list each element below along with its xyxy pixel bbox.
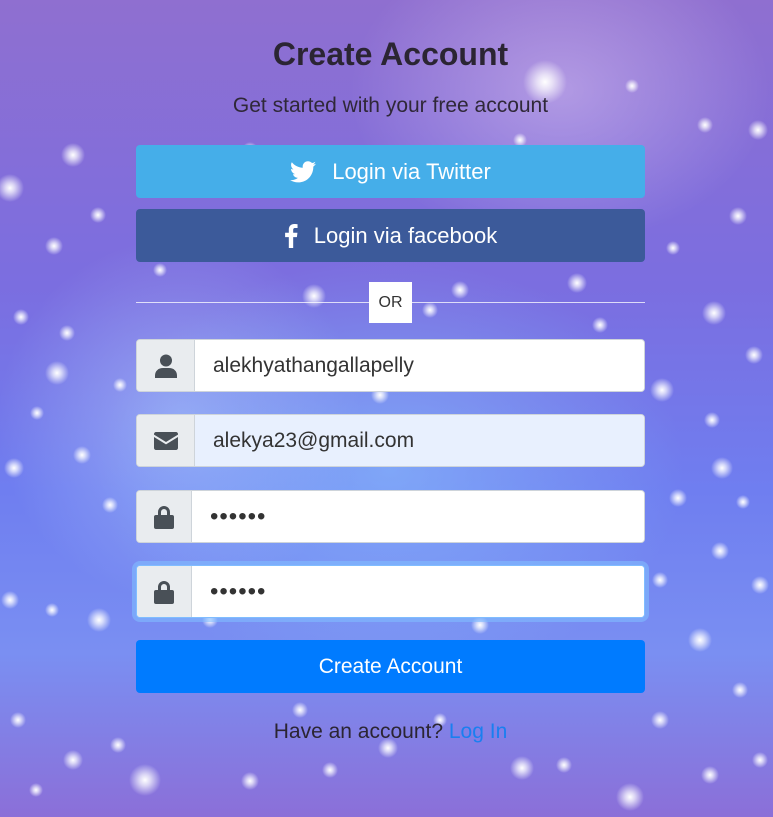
lock-icon bbox=[154, 580, 174, 604]
page-title: Create Account bbox=[272, 36, 509, 72]
login-twitter-button[interactable]: Login via Twitter bbox=[136, 145, 645, 198]
facebook-icon bbox=[284, 223, 298, 248]
lock-icon bbox=[154, 505, 174, 529]
password-input[interactable] bbox=[192, 491, 644, 542]
password-field bbox=[136, 490, 645, 543]
starry-background bbox=[0, 60, 769, 811]
create-account-button[interactable]: Create Account bbox=[136, 640, 645, 693]
have-account-text: Have an account? bbox=[273, 720, 444, 743]
full-name-field bbox=[136, 339, 645, 392]
email-input[interactable] bbox=[195, 415, 644, 466]
name-addon bbox=[137, 340, 195, 391]
or-separator: OR bbox=[369, 282, 412, 323]
page-subtitle: Get started with your free account bbox=[232, 94, 549, 117]
envelope-icon bbox=[153, 431, 178, 450]
confirm-password-input[interactable] bbox=[192, 566, 644, 617]
login-link[interactable]: Log In bbox=[449, 720, 507, 743]
full-name-input[interactable] bbox=[195, 340, 644, 391]
login-prompt: Have an account? Log In bbox=[136, 720, 645, 744]
email-field bbox=[136, 414, 645, 467]
facebook-button-label: Login via facebook bbox=[313, 222, 498, 248]
user-icon bbox=[154, 354, 177, 378]
twitter-button-label: Login via Twitter bbox=[332, 158, 491, 184]
confirm-password-addon bbox=[137, 566, 192, 617]
twitter-icon bbox=[290, 160, 317, 182]
password-addon bbox=[137, 491, 192, 542]
login-facebook-button[interactable]: Login via facebook bbox=[136, 209, 645, 262]
email-addon bbox=[137, 415, 195, 466]
confirm-password-field bbox=[136, 565, 645, 618]
